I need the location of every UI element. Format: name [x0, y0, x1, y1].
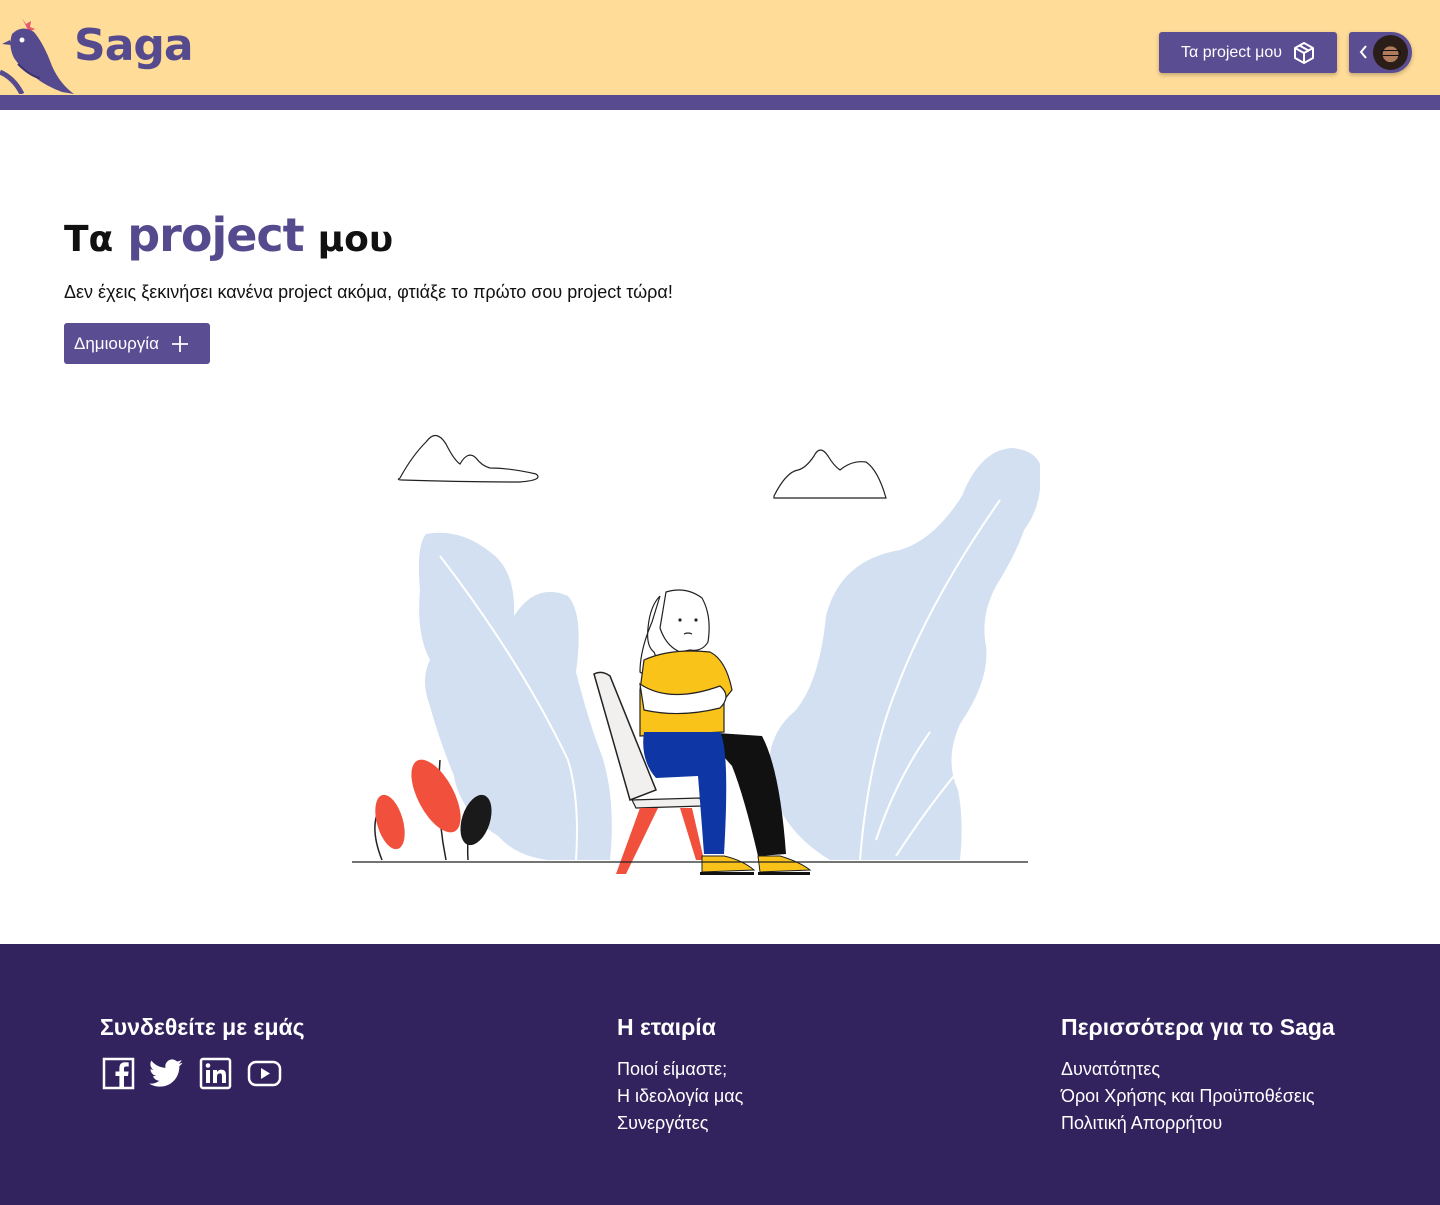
my-projects-label: Τα project μου — [1181, 43, 1283, 61]
footer-more-column: Περισσότερα για το Saga Δυνατότητες Όροι… — [1061, 1012, 1335, 1137]
header-stripe — [0, 95, 1440, 110]
footer-link-privacy[interactable]: Πολιτική Απορρήτου — [1061, 1110, 1335, 1137]
footer-company-heading: Η εταιρία — [617, 1014, 716, 1040]
footer-connect-column: Συνδεθείτε με εμάς — [100, 1012, 305, 1091]
youtube-icon[interactable] — [247, 1056, 282, 1091]
title-part-1: Τα — [64, 219, 114, 260]
saga-logo[interactable]: Saga — [0, 14, 200, 94]
footer-more-heading: Περισσότερα για το Saga — [1061, 1014, 1335, 1040]
footer-link-features[interactable]: Δυνατότητες — [1061, 1056, 1335, 1083]
chevron-left-icon — [1359, 45, 1367, 59]
profile-menu-button[interactable] — [1349, 32, 1412, 73]
footer-company-column: Η εταιρία Ποιοί είμαστε; Η ιδεολογία μας… — [617, 1012, 743, 1137]
box-icon — [1294, 41, 1315, 64]
twitter-icon[interactable] — [149, 1056, 184, 1091]
bird-logo-icon — [0, 18, 74, 94]
user-avatar — [1373, 35, 1408, 70]
page-title: Τα project μου — [64, 205, 393, 270]
empty-state-illustration — [352, 434, 1040, 875]
title-accent: project — [127, 208, 304, 262]
site-header: Saga Τα project μου — [0, 0, 1440, 110]
create-button-label: Δημιουργία — [74, 333, 159, 353]
logo-wordmark: Saga — [74, 20, 194, 71]
facebook-icon[interactable] — [100, 1056, 135, 1091]
linkedin-icon[interactable] — [198, 1056, 233, 1091]
my-projects-button[interactable]: Τα project μου — [1159, 32, 1337, 73]
footer-link-partners[interactable]: Συνεργάτες — [617, 1110, 743, 1137]
empty-state-message: Δεν έχεις ξεκινήσει κανένα project ακόμα… — [64, 282, 673, 302]
plus-icon — [171, 335, 188, 352]
title-part-3: μου — [317, 219, 394, 260]
site-footer: Συνδεθείτε με εμάς Η εταιρία Ποιοί είμασ… — [0, 944, 1440, 1205]
footer-link-ideology[interactable]: Η ιδεολογία μας — [617, 1083, 743, 1110]
create-project-button[interactable]: Δημιουργία — [64, 323, 210, 364]
footer-connect-heading: Συνδεθείτε με εμάς — [100, 1014, 305, 1040]
footer-link-terms[interactable]: Όροι Χρήσης και Προϋποθέσεις — [1061, 1083, 1335, 1110]
social-links — [100, 1056, 305, 1091]
footer-link-about[interactable]: Ποιοί είμαστε; — [617, 1056, 743, 1083]
